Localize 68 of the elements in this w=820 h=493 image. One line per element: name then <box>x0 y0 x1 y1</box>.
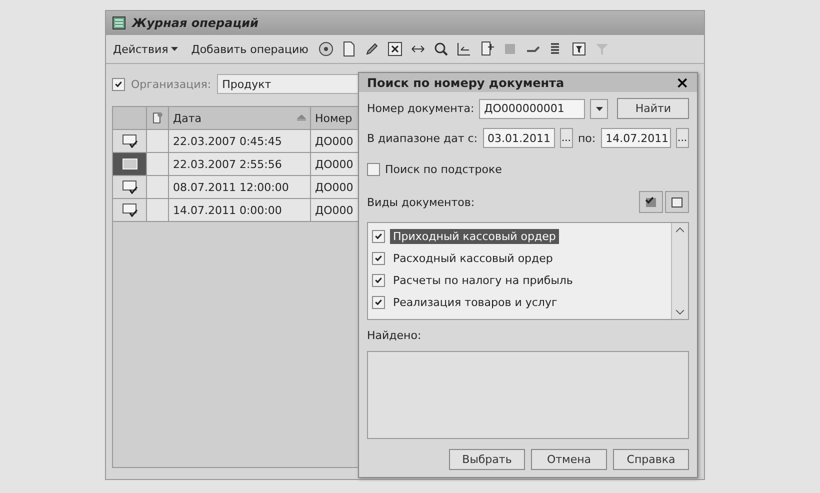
filter-icon[interactable] <box>571 41 588 57</box>
circle-icon[interactable] <box>318 41 334 57</box>
date-picker-button[interactable]: ... <box>676 128 689 148</box>
caret-icon <box>596 106 603 110</box>
row-status-cell[interactable] <box>113 199 147 221</box>
scrollbar[interactable] <box>671 223 688 319</box>
caret-icon <box>171 47 178 51</box>
to-label: по: <box>578 132 596 144</box>
number-field[interactable]: ДО000000001 <box>479 98 586 118</box>
date-to-field[interactable]: 14.07.2011 <box>600 128 671 148</box>
document-header-icon <box>151 110 164 126</box>
uncheck-all-icon <box>670 195 684 209</box>
dialog-button[interactable]: Справка <box>613 449 689 470</box>
search-icon[interactable] <box>433 41 450 57</box>
type-checkbox[interactable] <box>372 252 385 264</box>
substring-label: Поиск по подстроке <box>385 163 502 176</box>
date-from-field[interactable]: 03.01.2011 <box>482 128 555 148</box>
check-all-button[interactable] <box>639 191 663 213</box>
substring-checkbox[interactable] <box>367 163 380 176</box>
type-item[interactable]: Реализация товаров и услуг <box>390 294 560 310</box>
check-all-icon <box>644 195 658 209</box>
type-item[interactable]: Приходный кассовый ордер <box>390 228 559 244</box>
row-status-cell[interactable] <box>113 130 147 152</box>
sort-icon <box>297 114 306 122</box>
check-icon <box>374 232 383 240</box>
close-button[interactable]: × <box>676 73 689 92</box>
row-status-cell[interactable] <box>113 176 147 198</box>
type-item[interactable]: Расчеты по налогу на прибыль <box>390 272 576 288</box>
check-icon <box>114 80 123 88</box>
dialog-button[interactable]: Отмена <box>531 449 607 470</box>
posted-document-icon <box>122 180 138 194</box>
check-icon <box>374 276 383 284</box>
dialog-button[interactable]: Выбрать <box>449 449 525 470</box>
date-picker-button[interactable]: ... <box>560 128 573 148</box>
date-cell: 22.03.2007 0:45:45 <box>169 130 311 152</box>
check-icon <box>374 254 383 262</box>
date-cell: 14.07.2011 0:00:00 <box>169 199 311 221</box>
find-button[interactable]: Найти <box>617 98 689 119</box>
actions-menu[interactable]: Действия <box>110 40 182 58</box>
posted-document-icon <box>122 203 138 217</box>
type-checkbox[interactable] <box>372 274 385 286</box>
dropdown-button[interactable] <box>590 98 608 118</box>
scroll-down-icon[interactable] <box>676 309 684 315</box>
types-label: Виды документов: <box>367 196 475 208</box>
type-item[interactable]: Расходный кассовый ордер <box>390 250 556 266</box>
window-title: Журная операций <box>132 16 258 30</box>
type-checkbox[interactable] <box>372 296 385 308</box>
range-label: В диапазоне дат с: <box>367 132 478 144</box>
posted-document-icon <box>122 134 138 148</box>
type-checkbox[interactable] <box>372 230 385 242</box>
pencil-icon[interactable] <box>364 41 380 57</box>
journal-icon <box>112 16 126 30</box>
add-operation-button[interactable]: Добавить операцию <box>188 40 312 58</box>
uncheck-all-button[interactable] <box>665 191 689 213</box>
organization-label: Организация: <box>131 78 212 90</box>
found-field[interactable] <box>367 351 689 439</box>
organization-checkbox[interactable] <box>112 78 125 90</box>
check-icon <box>374 298 383 306</box>
doc-icon[interactable] <box>341 41 358 57</box>
date-cell: 22.03.2007 2:55:56 <box>169 153 311 175</box>
dialog-title: Поиск по номеру документа <box>367 76 564 90</box>
document-icon <box>122 158 138 170</box>
date-cell: 08.07.2011 12:00:00 <box>169 176 311 198</box>
scroll-up-icon[interactable] <box>676 227 684 233</box>
number-label: Номер документа: <box>367 102 474 115</box>
x-icon[interactable] <box>387 41 404 57</box>
found-label: Найдено: <box>367 329 422 342</box>
row-status-cell[interactable] <box>113 153 147 175</box>
